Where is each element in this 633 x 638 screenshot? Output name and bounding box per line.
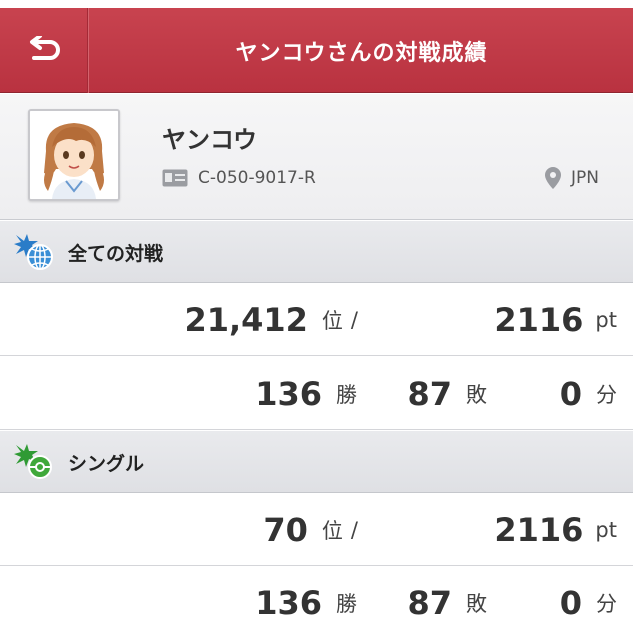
record-row: 136 勝 87 敗 0 分	[0, 357, 633, 430]
location-code: JPN	[571, 168, 599, 188]
rank-unit: 位	[321, 518, 343, 543]
id-card-icon	[162, 169, 188, 187]
points-value: 2116	[494, 510, 584, 549]
draws-cell: 0 分	[560, 566, 617, 638]
points-value: 2116	[494, 300, 584, 339]
back-button[interactable]	[0, 8, 89, 93]
globe-battle-icon	[14, 234, 53, 270]
trainer-avatar-icon	[30, 111, 118, 199]
rank-separator: /	[350, 517, 358, 542]
rank-cell: 21,412 位 /	[184, 283, 358, 356]
wins-value: 136	[255, 374, 322, 413]
rank-value: 21,412	[184, 300, 308, 339]
draws-unit: 分	[596, 591, 617, 616]
wins-unit: 勝	[336, 382, 357, 407]
avatar	[28, 109, 120, 201]
rank-separator: /	[350, 307, 358, 332]
section-all-battles: 全ての対戦	[0, 221, 633, 283]
player-id-row: C-050-9017-R	[162, 166, 316, 190]
rank-cell: 70 位 /	[263, 493, 358, 566]
player-name: ヤンコウ	[162, 126, 258, 154]
back-arrow-icon	[29, 35, 60, 60]
single-battle-icon	[14, 444, 52, 479]
page-title: ヤンコウさんの対戦成績	[235, 40, 488, 66]
wins-unit: 勝	[336, 591, 357, 616]
wins-cell: 136 勝	[255, 566, 357, 638]
rank-points-row: 70 位 / 2116 pt	[0, 493, 633, 566]
losses-unit: 敗	[466, 382, 487, 407]
draws-unit: 分	[596, 382, 617, 407]
points-unit: pt	[595, 517, 617, 542]
losses-cell: 87 敗	[407, 566, 487, 638]
player-id: C-050-9017-R	[198, 168, 316, 188]
rank-points-row: 21,412 位 / 2116 pt	[0, 283, 633, 356]
wins-cell: 136 勝	[255, 357, 357, 430]
losses-cell: 87 敗	[407, 357, 487, 430]
wins-value: 136	[255, 583, 322, 622]
points-unit: pt	[595, 307, 617, 332]
location-row: JPN	[545, 166, 599, 190]
losses-value: 87	[407, 374, 452, 413]
location-pin-icon	[545, 167, 562, 189]
record-row: 136 勝 87 敗 0 分	[0, 566, 633, 638]
draws-value: 0	[559, 374, 582, 413]
draws-value: 0	[559, 583, 582, 622]
losses-value: 87	[407, 583, 452, 622]
points-cell: 2116 pt	[494, 493, 617, 566]
rank-unit: 位	[321, 308, 343, 333]
points-cell: 2116 pt	[494, 283, 617, 356]
losses-unit: 敗	[466, 591, 487, 616]
section-title: 全ての対戦	[68, 242, 164, 265]
section-title: シングル	[68, 452, 145, 475]
section-single: シングル	[0, 431, 633, 493]
profile-panel: ヤンコウ C-050-9017-R JPN	[0, 94, 633, 220]
rank-value: 70	[263, 510, 308, 549]
draws-cell: 0 分	[560, 357, 617, 430]
app-header: ヤンコウさんの対戦成績	[0, 8, 633, 93]
